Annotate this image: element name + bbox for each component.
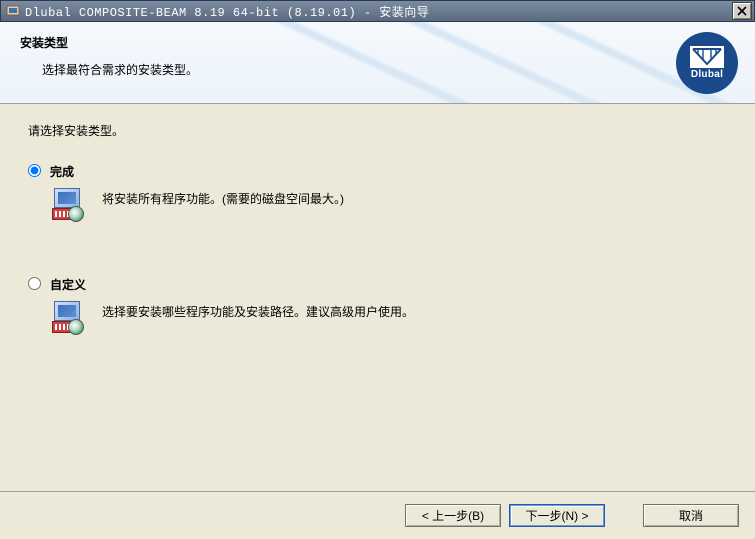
instruction-text: 请选择安装类型。 bbox=[28, 122, 727, 139]
window-title: Dlubal COMPOSITE-BEAM 8.19 64-bit (8.19.… bbox=[25, 3, 732, 20]
header-banner: 安装类型 选择最符合需求的安装类型。 Dlubal bbox=[0, 22, 755, 104]
logo-text: Dlubal bbox=[691, 69, 723, 80]
titlebar: Dlubal COMPOSITE-BEAM 8.19 64-bit (8.19.… bbox=[0, 0, 755, 22]
cancel-button[interactable]: 取消 bbox=[643, 504, 739, 527]
option-custom: 自定义 选择要安装哪些程序功能及安装路径。建议高级用户使用。 bbox=[28, 276, 727, 335]
close-button[interactable] bbox=[732, 2, 752, 20]
install-custom-icon bbox=[50, 301, 84, 335]
radio-custom[interactable] bbox=[28, 277, 41, 290]
header-subtitle: 选择最符合需求的安装类型。 bbox=[20, 61, 639, 78]
header-title: 安装类型 bbox=[20, 34, 639, 51]
option-complete-description: 将安装所有程序功能。(需要的磁盘空间最大。) bbox=[102, 188, 344, 208]
radio-complete[interactable] bbox=[28, 164, 41, 177]
option-complete: 完成 将安装所有程序功能。(需要的磁盘空间最大。) bbox=[28, 163, 727, 222]
next-button[interactable]: 下一步(N) > bbox=[509, 504, 605, 527]
footer: < 上一步(B) 下一步(N) > 取消 bbox=[0, 491, 755, 539]
option-custom-description: 选择要安装哪些程序功能及安装路径。建议高级用户使用。 bbox=[102, 301, 414, 321]
install-complete-icon bbox=[50, 188, 84, 222]
content-area: 请选择安装类型。 完成 将安装所有程序功能。(需要的磁盘空间最大。) 自定义 bbox=[0, 104, 755, 335]
bridge-icon bbox=[690, 46, 724, 68]
option-complete-label[interactable]: 完成 bbox=[50, 163, 727, 180]
back-button[interactable]: < 上一步(B) bbox=[405, 504, 501, 527]
option-custom-label[interactable]: 自定义 bbox=[50, 276, 727, 293]
brand-logo: Dlubal bbox=[659, 22, 755, 103]
app-icon bbox=[5, 3, 21, 19]
